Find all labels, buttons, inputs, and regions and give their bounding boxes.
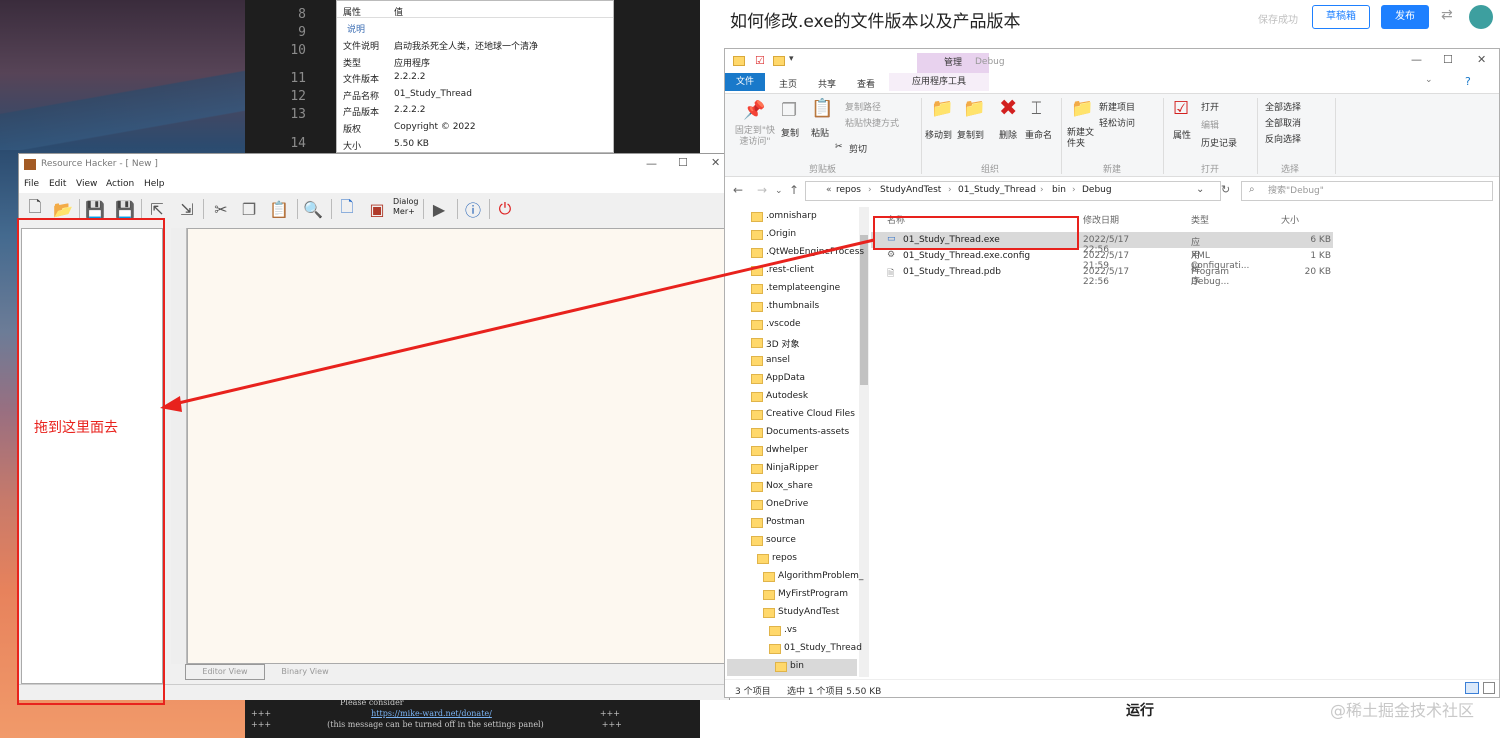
annotation-drag-arrow — [160, 238, 875, 412]
